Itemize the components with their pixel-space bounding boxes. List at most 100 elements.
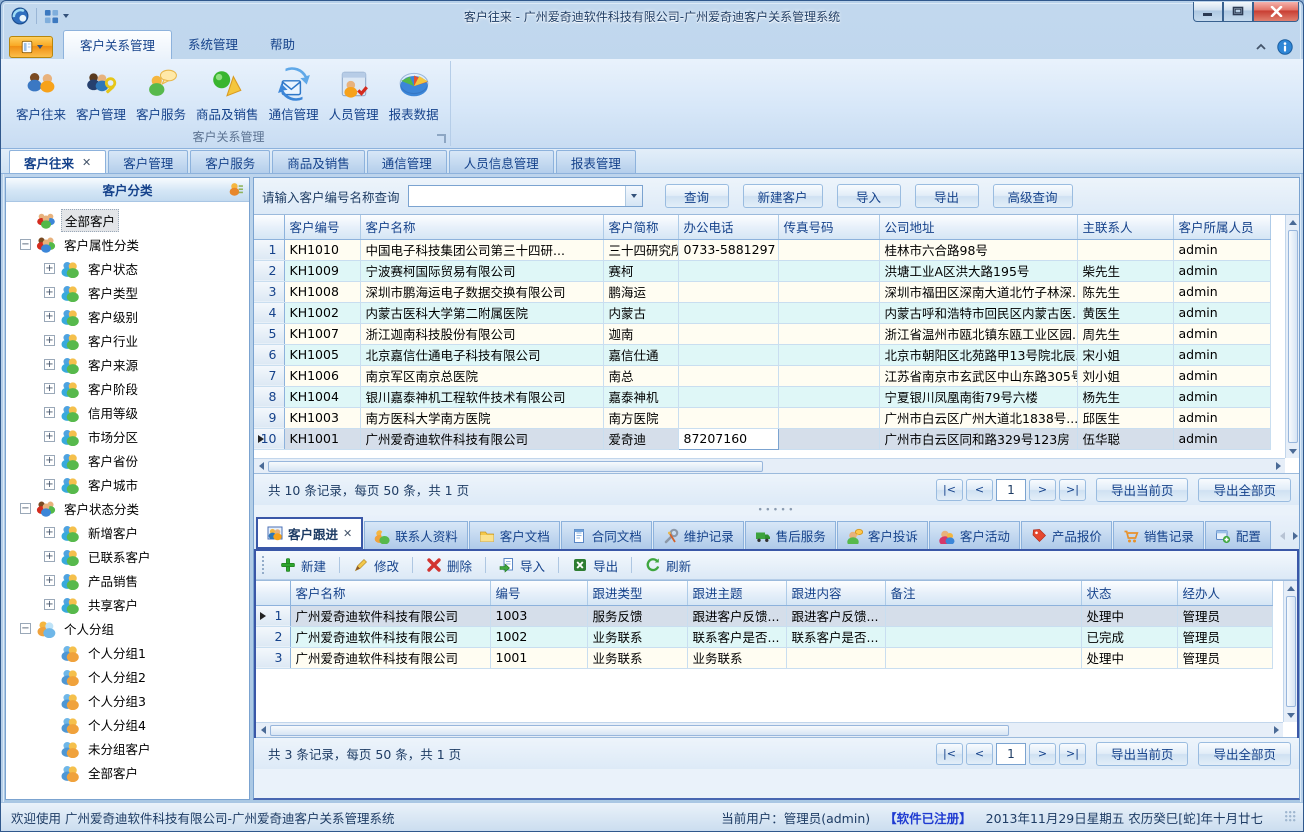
scroll-right-icon[interactable]: [1269, 723, 1283, 737]
detail-tab-维护记录[interactable]: 维护记录: [653, 521, 744, 549]
cell[interactable]: 内蒙古医科大学第二附属医院: [360, 302, 603, 323]
detail-tab-客户活动[interactable]: 客户活动: [929, 521, 1020, 549]
tree-item-客户城市[interactable]: +客户城市: [16, 472, 249, 496]
export-current-page-button[interactable]: 导出当前页: [1096, 742, 1189, 766]
cell[interactable]: 业务联系: [587, 626, 687, 647]
detail-tab-销售记录[interactable]: 销售记录: [1113, 521, 1204, 549]
collapse-icon[interactable]: −: [20, 239, 31, 250]
ribbon-button-人员管理[interactable]: 人员管理: [324, 63, 384, 125]
tab-scroll-right-icon[interactable]: [1293, 532, 1298, 540]
cell[interactable]: KH1002: [284, 302, 360, 323]
cell[interactable]: 柴先生: [1077, 260, 1173, 281]
maximize-button[interactable]: [1223, 2, 1253, 22]
ribbon-button-客户往来[interactable]: 客户往来: [11, 63, 71, 125]
title-bar[interactable]: 客户往来 - 广州爱奇迪软件科技有限公司-广州爱奇迪客户关系管理系统: [1, 1, 1303, 31]
cell[interactable]: 业务联系: [687, 647, 786, 668]
cell[interactable]: 南京军区南京总医院: [360, 365, 603, 386]
column-header-经办人[interactable]: 经办人: [1177, 581, 1272, 605]
cell[interactable]: admin: [1173, 323, 1270, 344]
export-all-pages-button[interactable]: 导出全部页: [1198, 742, 1291, 766]
tree-item-产品销售[interactable]: +产品销售: [16, 568, 249, 592]
tree-item-市场分区[interactable]: +市场分区: [16, 424, 249, 448]
search-input[interactable]: [409, 186, 625, 206]
expand-icon[interactable]: +: [44, 311, 55, 322]
grid-icon[interactable]: [44, 9, 59, 24]
cell[interactable]: [778, 239, 879, 260]
scroll-thumb[interactable]: [1288, 230, 1298, 443]
expand-icon[interactable]: +: [44, 455, 55, 466]
document-tab-报表管理[interactable]: 报表管理: [556, 150, 636, 173]
cell[interactable]: 刘小姐: [1077, 365, 1173, 386]
document-tab-客户管理[interactable]: 客户管理: [108, 150, 188, 173]
cell[interactable]: admin: [1173, 428, 1270, 449]
application-menu-button[interactable]: [9, 36, 53, 58]
button-新建客户[interactable]: 新建客户: [743, 184, 823, 208]
cell[interactable]: [778, 323, 879, 344]
cell[interactable]: 广州爱奇迪软件科技有限公司: [290, 626, 490, 647]
cell[interactable]: 中国电子科技集团公司第三十四研...: [360, 239, 603, 260]
cell[interactable]: 鹏海运: [603, 281, 678, 302]
cell[interactable]: KH1006: [284, 365, 360, 386]
cell[interactable]: 北京嘉信仕通电子科技有限公司: [360, 344, 603, 365]
cell[interactable]: 深圳市鹏海运电子数据交换有限公司: [360, 281, 603, 302]
cell[interactable]: admin: [1173, 386, 1270, 407]
close-button[interactable]: [1253, 2, 1299, 22]
cell[interactable]: [778, 365, 879, 386]
button-导出[interactable]: 导出: [915, 184, 979, 208]
splitter-handle[interactable]: ∙∙∙∙∙: [254, 505, 1299, 515]
column-header-主联系人[interactable]: 主联系人: [1077, 215, 1173, 239]
resize-grip[interactable]: [1285, 811, 1297, 823]
minimize-button[interactable]: [1193, 2, 1223, 22]
scroll-left-icon[interactable]: [254, 459, 268, 473]
cell[interactable]: 广州爱奇迪软件科技有限公司: [290, 647, 490, 668]
scroll-thumb[interactable]: [268, 461, 763, 472]
cell[interactable]: 业务联系: [587, 647, 687, 668]
cell[interactable]: [678, 407, 778, 428]
expand-icon[interactable]: +: [44, 407, 55, 418]
customer-grid-vscrollbar[interactable]: [1285, 215, 1299, 458]
collapse-icon[interactable]: −: [20, 623, 31, 634]
cell[interactable]: 迦南: [603, 323, 678, 344]
scroll-down-icon[interactable]: [1286, 444, 1300, 458]
cell[interactable]: 深圳市福田区深南大道北竹子林深...: [879, 281, 1077, 302]
expand-icon[interactable]: +: [44, 575, 55, 586]
first-page-button[interactable]: |<: [936, 479, 963, 501]
cell[interactable]: 广州市白云区广州大道北1838号...: [879, 407, 1077, 428]
table-row[interactable]: 3广州爱奇迪软件科技有限公司1001业务联系业务联系处理中管理员: [256, 647, 1272, 668]
document-tab-通信管理[interactable]: 通信管理: [367, 150, 447, 173]
column-header-备注[interactable]: 备注: [885, 581, 1081, 605]
export-all-pages-button[interactable]: 导出全部页: [1198, 478, 1291, 502]
tree-item-个人分组1[interactable]: 个人分组1: [16, 640, 249, 664]
cell[interactable]: KH1004: [284, 386, 360, 407]
detail-tab-产品报价[interactable]: 产品报价: [1021, 521, 1112, 549]
detail-tab-合同文档[interactable]: 合同文档: [561, 521, 652, 549]
table-row[interactable]: 2广州爱奇迪软件科技有限公司1002业务联系联系客户是否...联系客户是否...…: [256, 626, 1272, 647]
cell[interactable]: 洪塘工业A区洪大路195号: [879, 260, 1077, 281]
combo-dropdown-button[interactable]: [625, 186, 642, 206]
tree-item-个人分组[interactable]: −个人分组: [16, 616, 249, 640]
table-row[interactable]: 8KH1004银川嘉泰神机工程软件技术有限公司嘉泰神机宁夏银川凤凰南街79号六楼…: [254, 386, 1270, 407]
tree-item-共享客户[interactable]: +共享客户: [16, 592, 249, 616]
column-header-客户简称[interactable]: 客户简称: [603, 215, 678, 239]
tree-item-客户省份[interactable]: +客户省份: [16, 448, 249, 472]
button-导入[interactable]: 导入: [837, 184, 901, 208]
cell[interactable]: KH1010: [284, 239, 360, 260]
button-高级查询[interactable]: 高级查询: [993, 184, 1073, 208]
toolbar-button-新建[interactable]: 新建: [274, 553, 332, 578]
cell[interactable]: 管理员: [1177, 647, 1272, 668]
cell[interactable]: 1001: [490, 647, 587, 668]
cell[interactable]: 处理中: [1081, 605, 1177, 626]
cell[interactable]: [678, 281, 778, 302]
tree-item-客户来源[interactable]: +客户来源: [16, 352, 249, 376]
cell[interactable]: admin: [1173, 365, 1270, 386]
cell[interactable]: [778, 428, 879, 449]
page-number-input[interactable]: 1: [996, 479, 1026, 501]
tab-scroll-left-icon[interactable]: [1280, 532, 1285, 540]
export-current-page-button[interactable]: 导出当前页: [1096, 478, 1189, 502]
cell[interactable]: 爱奇迪: [603, 428, 678, 449]
cell[interactable]: [678, 344, 778, 365]
cell[interactable]: [885, 626, 1081, 647]
cell[interactable]: 陈先生: [1077, 281, 1173, 302]
tree-item-个人分组4[interactable]: 个人分组4: [16, 712, 249, 736]
cell[interactable]: 0733-5881297: [678, 239, 778, 260]
